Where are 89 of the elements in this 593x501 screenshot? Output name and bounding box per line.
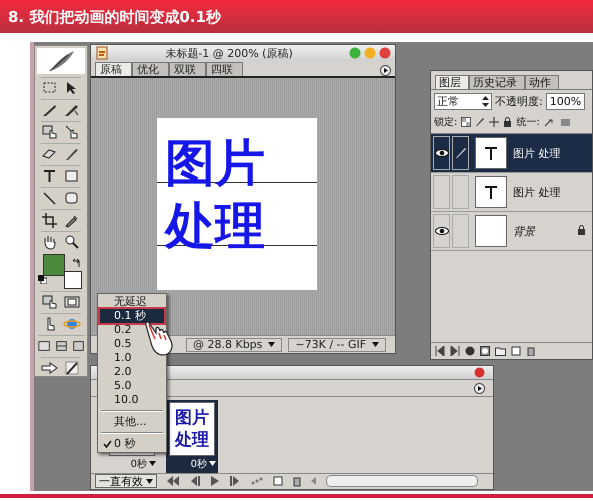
menu-item[interactable]: 5.0 [100,379,164,393]
next-frame-icon[interactable] [229,476,241,486]
file-size-dropdown[interactable]: ~73K / -- GIF [288,338,386,352]
menu-item[interactable]: 无延迟 [100,295,164,309]
mask-icon[interactable] [480,346,490,356]
folder-icon[interactable] [495,346,506,356]
swap-arrows-icon[interactable] [72,258,82,268]
menu-item[interactable]: 10.0 [100,393,164,407]
visibility-toggle[interactable] [433,175,450,209]
text-layer-icon [484,146,498,160]
slideshow-icon[interactable] [63,294,81,310]
first-frame-icon[interactable] [166,476,180,486]
layer-style-icon[interactable] [465,346,475,356]
document-icon[interactable] [95,46,109,60]
tween-icon[interactable] [250,476,264,486]
menu-item[interactable]: 0 秒 [100,437,164,451]
panel-menu-button-icon[interactable] [474,382,485,394]
menu-item[interactable]: 2.0 [100,365,164,379]
zoom-icon[interactable] [63,234,81,250]
frame-delay-dropdown[interactable]: 0秒 [190,456,216,471]
view-tab[interactable]: 优化 [132,62,169,76]
canvas-text: 处理 [165,196,265,257]
animation-frame[interactable]: 图片 处理 0秒 [166,400,218,473]
panel-menu-button-icon[interactable] [380,65,391,76]
new-layer-icon[interactable] [511,346,521,356]
loop-dropdown[interactable]: 一直有效 [95,474,157,488]
lock-transparency-icon[interactable] [461,117,472,127]
panel-tab[interactable]: 动作 [525,75,559,89]
eye-icon[interactable] [434,227,448,235]
layer-name: 背景 [513,224,537,238]
unify-label: 统一: [516,116,540,129]
text-layer-icon [484,185,498,199]
view-tab[interactable]: 四联 [206,62,243,76]
close-icon[interactable] [379,47,391,59]
visibility-toggle[interactable] [433,136,450,170]
screen-mode-icon[interactable] [72,338,84,354]
layer-row[interactable]: 图片 处理 [431,134,592,173]
screen-mode-icon[interactable] [54,338,68,354]
panel-tab[interactable]: 历史记录 [469,75,525,89]
eye-icon[interactable] [434,149,448,157]
view-tab[interactable]: 双联 [169,62,206,76]
layer-thumbnail [475,215,507,247]
trash-icon[interactable] [292,476,302,487]
lock-label: 锁定: [434,116,458,129]
panel-tab[interactable]: 图层 [435,75,469,89]
foreground-color-swatch[interactable] [43,254,65,276]
previous-frame-icon[interactable] [189,476,201,486]
connection-speed-dropdown[interactable]: @ 28.8 Kbps [186,338,282,352]
lock-icon[interactable] [503,117,512,127]
menu-item[interactable]: 其他... [100,415,164,429]
page-title: 8. 我们把动画的时间变成0.1秒 [7,7,222,27]
screen-mode-icon[interactable] [38,338,50,354]
canvas-text: 图片 [165,133,265,194]
layer-row[interactable]: 图片 处理 [431,173,592,212]
opacity-label: 不透明度: [495,94,543,109]
previous-frame-icon[interactable] [435,346,445,356]
caret-icon [149,461,156,466]
trash-icon[interactable] [526,346,536,356]
frame-thumbnail-text: 图片 [175,406,209,429]
menu-item[interactable]: 1.0 [100,351,164,365]
caret-icon [209,461,216,466]
brush-icon[interactable] [475,117,486,127]
arrow-icon[interactable] [41,360,59,376]
background-color-swatch[interactable] [64,270,82,289]
blend-mode-dropdown[interactable]: 正常 [434,93,492,110]
crop-icon[interactable] [41,212,59,228]
visibility-toggle[interactable] [433,214,450,248]
scrollbar[interactable] [326,475,478,488]
view-tab[interactable]: 原稿 [95,62,132,76]
layer-row[interactable]: 背景 [431,212,592,251]
document-title: 未标题-1 @ 200% (原稿) [164,46,294,60]
caret-icon [146,478,153,484]
next-frame-icon[interactable] [450,346,460,356]
opacity-field[interactable]: 100% [546,93,586,110]
menu-item[interactable]: 0.1 秒 [100,309,164,323]
new-frame-icon[interactable] [273,476,283,486]
brush-icon[interactable] [454,147,466,159]
close-icon[interactable] [474,367,485,378]
caret-icon [268,342,276,347]
play-icon[interactable] [210,476,220,486]
move-icon[interactable] [489,117,500,127]
default-colors-icon[interactable] [38,275,47,284]
layer-name: 图片 处理 [513,184,562,200]
spinner-arrows-icon[interactable] [482,96,489,107]
layer-name: 图片 处理 [513,146,562,160]
frame-thumbnail-text: 处理 [175,428,209,451]
caret-icon [372,342,380,347]
frame-delay-dropdown[interactable]: 0秒 [130,456,156,471]
brush-icon[interactable] [63,360,81,376]
